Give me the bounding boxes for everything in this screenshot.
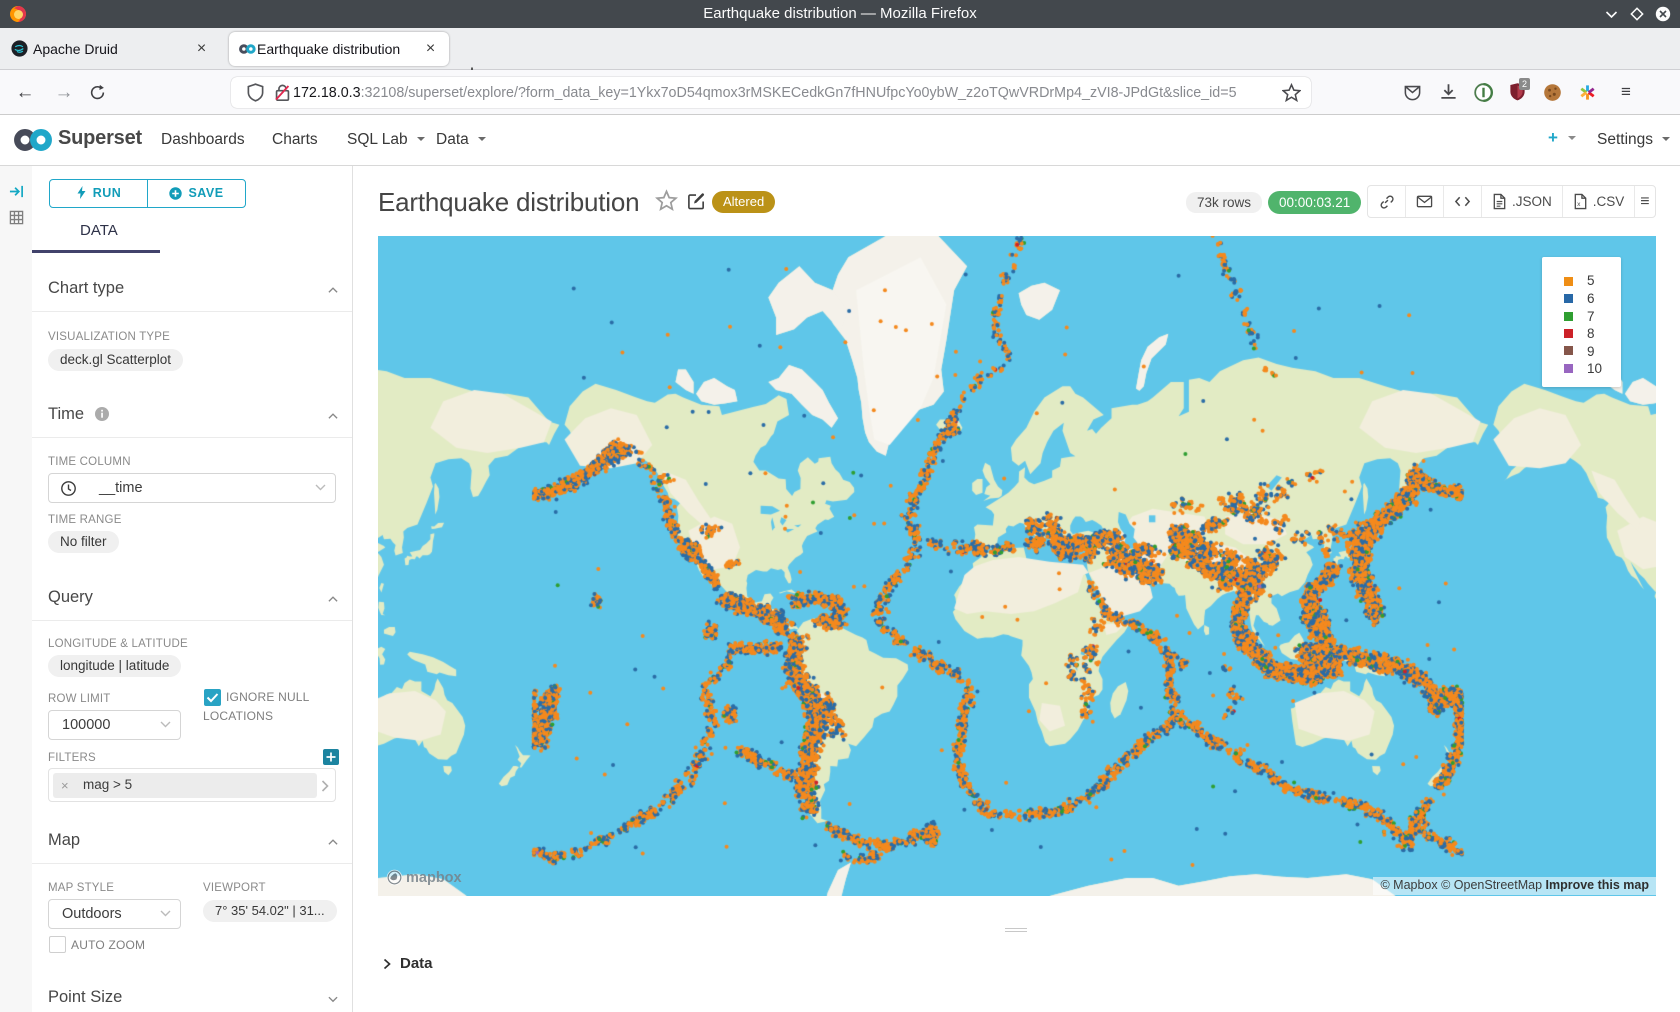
svg-text:x: x bbox=[1577, 201, 1581, 208]
